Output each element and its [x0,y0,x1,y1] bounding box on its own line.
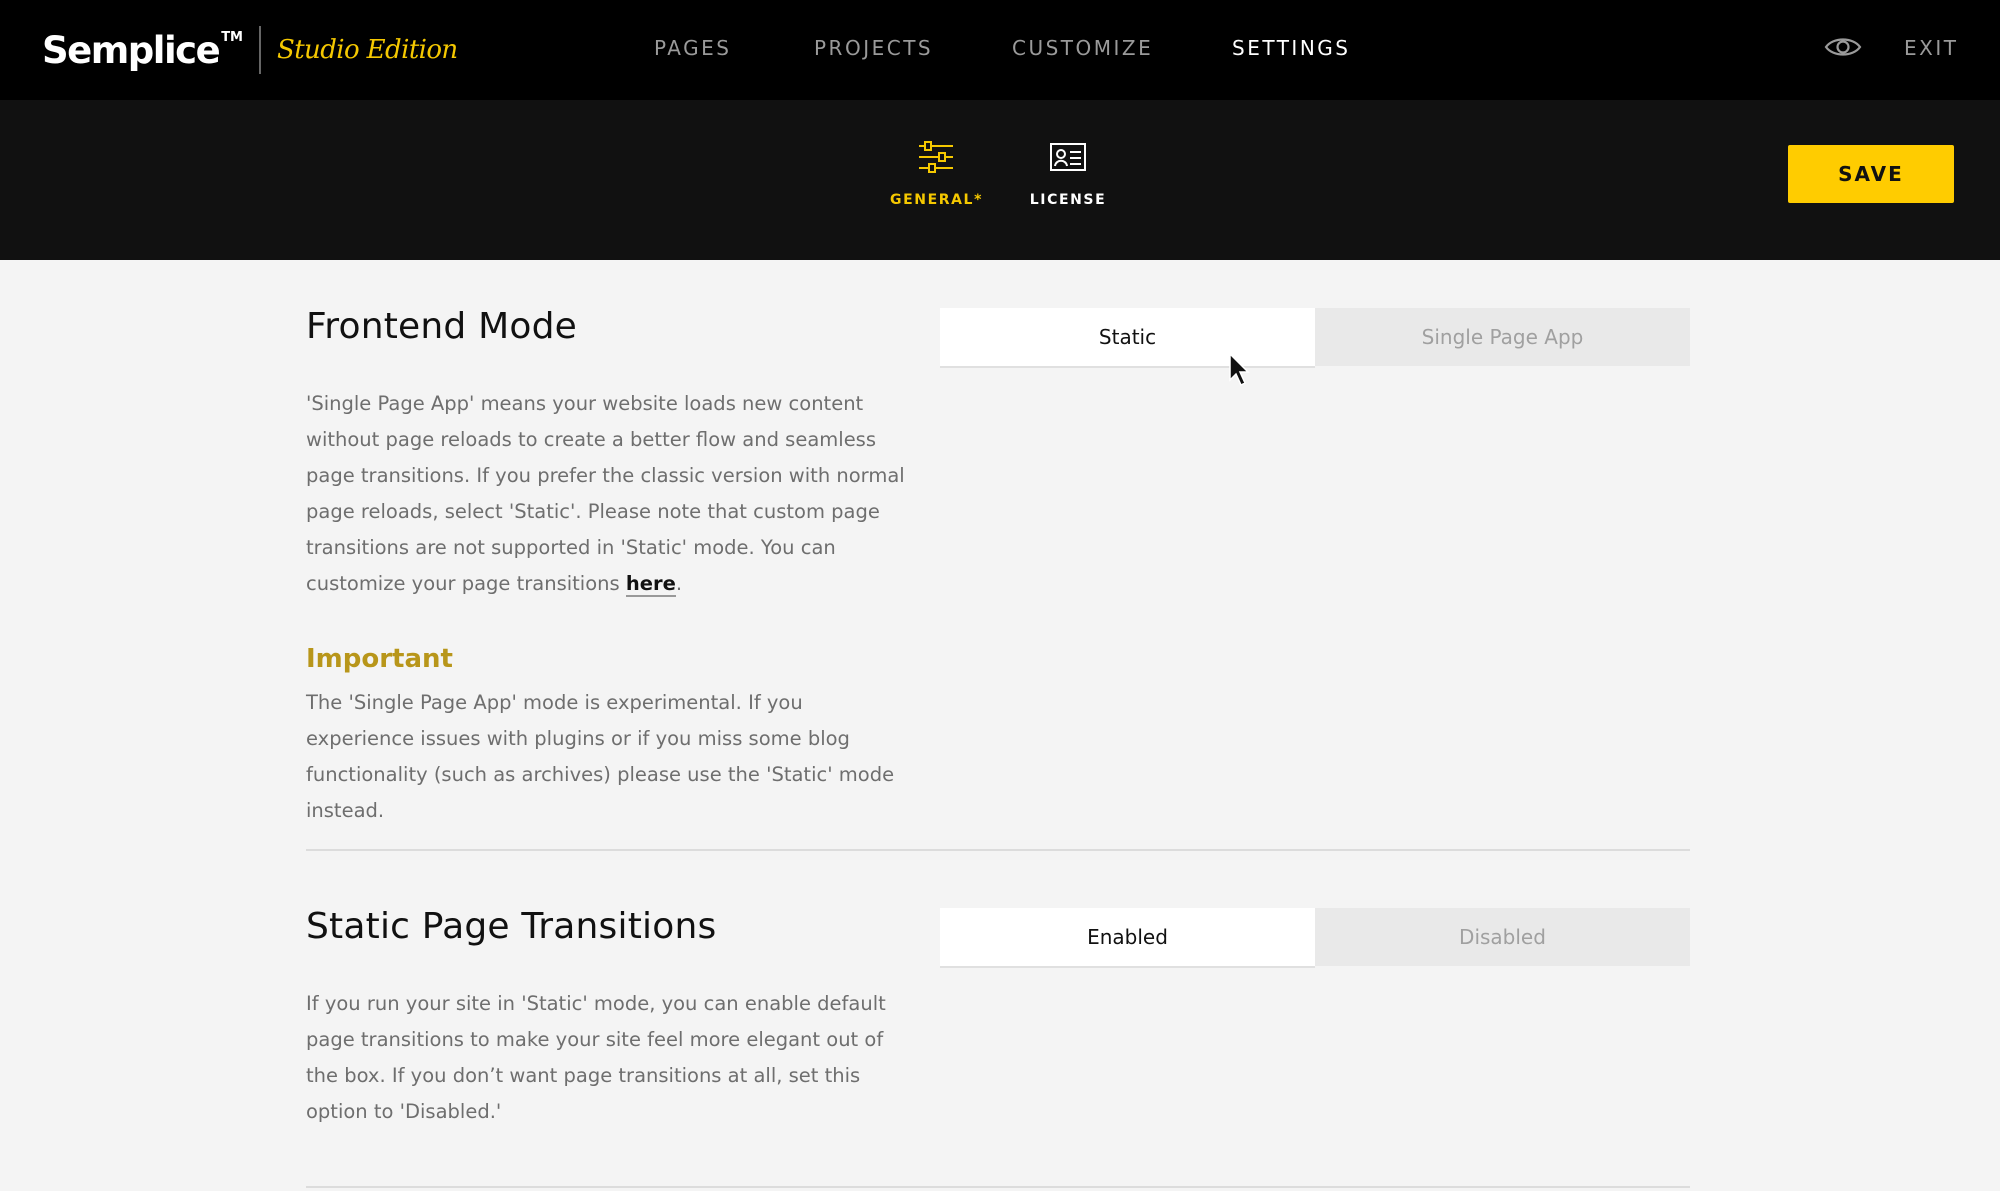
brand-trademark: TM [221,30,243,45]
nav-settings[interactable]: SETTINGS [1232,36,1350,60]
frontend-mode-title: Frontend Mode [306,306,578,347]
page-transitions-toggle: Enabled Disabled [940,908,1690,966]
exit-button[interactable]: EXIT [1904,36,1958,60]
tab-license[interactable]: LICENSE [1028,140,1108,208]
sliders-icon [919,141,953,173]
tab-license-label: LICENSE [1029,192,1107,208]
important-description: The 'Single Page App' mode is experiment… [306,691,895,822]
brand-logo[interactable]: Semplice TM Studio Edition [42,22,458,78]
nav-projects[interactable]: PROJECTS [814,36,933,60]
section-divider-bottom [306,1186,1690,1188]
id-card-icon [1050,143,1086,171]
save-button[interactable]: SAVE [1788,145,1954,203]
option-single-page-app[interactable]: Single Page App [1315,308,1690,366]
page-transitions-title: Static Page Transitions [306,906,717,947]
brand-divider [259,26,261,74]
option-disabled[interactable]: Disabled [1315,908,1690,966]
mouse-cursor-icon [1229,352,1250,387]
important-heading: Important [306,644,453,674]
brand-edition: Studio Edition [277,35,458,65]
brand-name: Semplice [42,28,221,72]
frontend-mode-description-end: . [675,572,683,595]
frontend-mode-description-text: 'Single Page App' means your website loa… [306,392,905,595]
frontend-mode-toggle: Static Single Page App [940,308,1690,366]
option-static[interactable]: Static [940,308,1315,366]
nav-customize[interactable]: CUSTOMIZE [1012,36,1153,60]
option-enabled[interactable]: Enabled [940,908,1315,966]
page-transitions-description: If you run your site in 'Static' mode, y… [306,992,886,1123]
tab-general[interactable]: GENERAL* [890,140,982,208]
settings-subnav: GENERAL* LICENSE SAVE [0,100,2000,260]
section-divider [306,849,1690,851]
nav-pages[interactable]: PAGES [654,36,731,60]
page-transitions-link[interactable]: here [625,572,676,597]
tab-general-label: GENERAL* [890,192,983,208]
top-navigation-bar: Semplice TM Studio Edition PAGES PROJECT… [0,0,2000,100]
frontend-mode-description: 'Single Page App' means your website loa… [306,386,906,602]
eye-icon[interactable] [1824,34,1862,60]
